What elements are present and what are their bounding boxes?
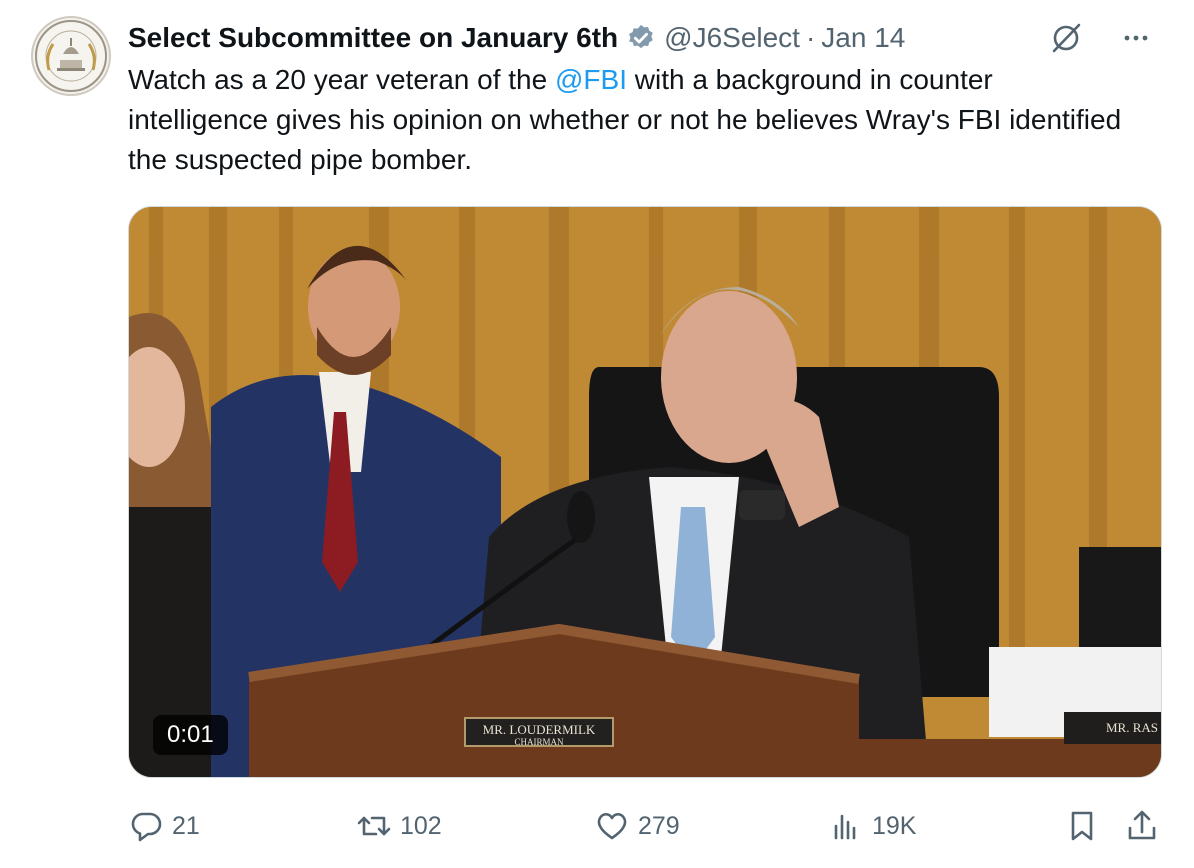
avatar[interactable] (31, 16, 111, 96)
share-icon (1128, 810, 1156, 840)
video-timestamp: 0:01 (153, 715, 228, 755)
separator: · (805, 22, 816, 53)
views-count: 19K (872, 811, 917, 840)
verified-badge-icon[interactable] (626, 23, 656, 53)
nameplate: MR. LOUDERMILK CHAIRMAN (464, 717, 614, 747)
like-count: 279 (638, 811, 680, 840)
bookmark-button[interactable] (1064, 804, 1108, 848)
action-bar: 21 102 279 19K (128, 804, 1162, 848)
tweet-text: Watch as a 20 year veteran of the @FBI w… (128, 60, 1138, 180)
analytics-icon (834, 814, 856, 840)
capitol-seal-icon (35, 20, 107, 92)
video-player[interactable]: MR. LOUDERMILK CHAIRMAN MR. RAS 0:01 (128, 206, 1162, 778)
grok-icon[interactable] (1048, 20, 1084, 56)
repost-icon (357, 816, 391, 836)
handle[interactable]: @J6Select (664, 22, 800, 54)
bookmark-icon (1071, 811, 1093, 841)
mention-link[interactable]: @FBI (555, 64, 627, 95)
like-button[interactable]: 279 (594, 804, 680, 848)
nameplate-name: MR. LOUDERMILK (482, 722, 596, 737)
post-date[interactable]: Jan 14 (821, 22, 905, 54)
heart-icon (597, 812, 627, 840)
tweet-text-part: Watch as a 20 year veteran of the (128, 64, 555, 95)
display-name[interactable]: Select Subcommittee on January 6th (128, 22, 618, 54)
share-button[interactable] (1124, 804, 1168, 848)
reply-count: 21 (172, 811, 200, 840)
reply-button[interactable]: 21 (128, 804, 200, 848)
tweet-header: Select Subcommittee on January 6th @J6Se… (128, 18, 1154, 58)
nameplate-secondary: MR. RAS (1064, 712, 1161, 744)
repost-button[interactable]: 102 (356, 804, 442, 848)
nameplate-title: CHAIRMAN (514, 737, 564, 747)
views-button[interactable]: 19K (828, 804, 916, 848)
reply-icon (131, 812, 162, 842)
more-options-icon[interactable] (1118, 20, 1154, 56)
video-frame (129, 207, 1161, 777)
repost-count: 102 (400, 811, 442, 840)
